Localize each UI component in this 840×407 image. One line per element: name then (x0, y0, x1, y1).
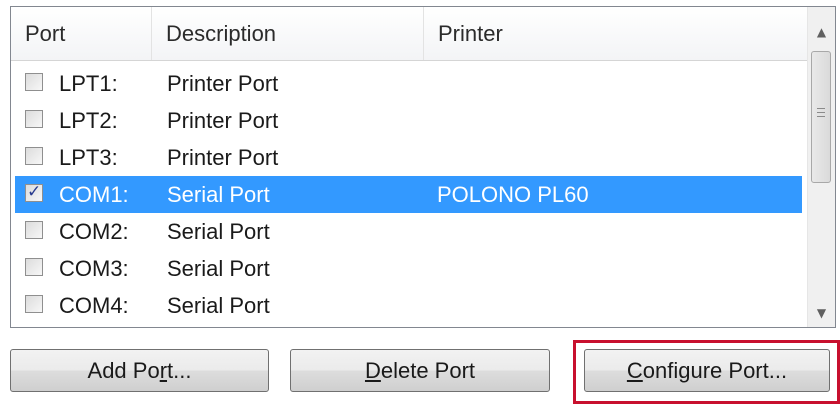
port-description: Serial Port (167, 219, 270, 244)
delete-port-button[interactable]: Delete Port (290, 349, 550, 392)
port-description: Serial Port (167, 256, 270, 281)
table-row[interactable]: LPT3: Printer Port (15, 139, 802, 176)
list-rows: LPT1: Printer Port LPT2: Printer Port LP… (11, 65, 808, 324)
port-checkbox[interactable] (25, 110, 43, 128)
delete-port-label: Delete Port (364, 358, 476, 383)
grip-icon (817, 108, 825, 120)
list-header: Port Description Printer (11, 7, 808, 61)
port-printer: POLONO PL60 (437, 182, 589, 207)
chevron-up-icon[interactable]: ▲ (808, 19, 835, 46)
column-header-printer[interactable]: Printer (423, 7, 808, 60)
port-name: COM1: (59, 182, 129, 207)
table-row[interactable]: COM4: Serial Port (15, 287, 802, 324)
port-name: COM2: (59, 219, 129, 244)
port-checkbox[interactable] (25, 147, 43, 165)
port-name: COM4: (59, 293, 129, 318)
port-name: LPT3: (59, 145, 118, 170)
add-port-label: Add Port... (87, 358, 192, 383)
port-name: LPT2: (59, 108, 118, 133)
port-description: Printer Port (167, 108, 279, 133)
configure-port-label: Configure Port... (626, 358, 788, 383)
table-row[interactable]: COM2: Serial Port (15, 213, 802, 250)
add-port-button[interactable]: Add Port... (10, 349, 269, 392)
scrollbar-thumb[interactable] (811, 51, 831, 183)
printer-ports-panel: Port Description Printer LPT1: Printer P… (0, 0, 840, 407)
ports-list[interactable]: Port Description Printer LPT1: Printer P… (10, 6, 836, 328)
table-row[interactable]: COM3: Serial Port (15, 250, 802, 287)
table-row[interactable]: ✓ COM1: Serial Port POLONO PL60 (15, 176, 802, 213)
port-description: Serial Port (167, 182, 270, 207)
table-row[interactable]: LPT1: Printer Port (15, 65, 802, 102)
port-name: LPT1: (59, 71, 118, 96)
column-header-port[interactable]: Port (11, 7, 151, 60)
port-description: Printer Port (167, 71, 279, 96)
port-checkbox[interactable] (25, 221, 43, 239)
chevron-down-icon[interactable]: ▼ (808, 300, 835, 327)
table-row[interactable]: LPT2: Printer Port (15, 102, 802, 139)
port-checkbox[interactable] (25, 258, 43, 276)
vertical-scrollbar[interactable]: ▲ ▼ (807, 7, 835, 327)
port-checkbox[interactable] (25, 73, 43, 91)
configure-port-button[interactable]: Configure Port... (584, 349, 830, 392)
port-description: Serial Port (167, 293, 270, 318)
port-checkbox[interactable] (25, 295, 43, 313)
column-header-description[interactable]: Description (151, 7, 423, 60)
port-checkbox[interactable]: ✓ (25, 182, 43, 202)
port-name: COM3: (59, 256, 129, 281)
checkmark-icon: ✓ (27, 182, 42, 202)
port-description: Printer Port (167, 145, 279, 170)
